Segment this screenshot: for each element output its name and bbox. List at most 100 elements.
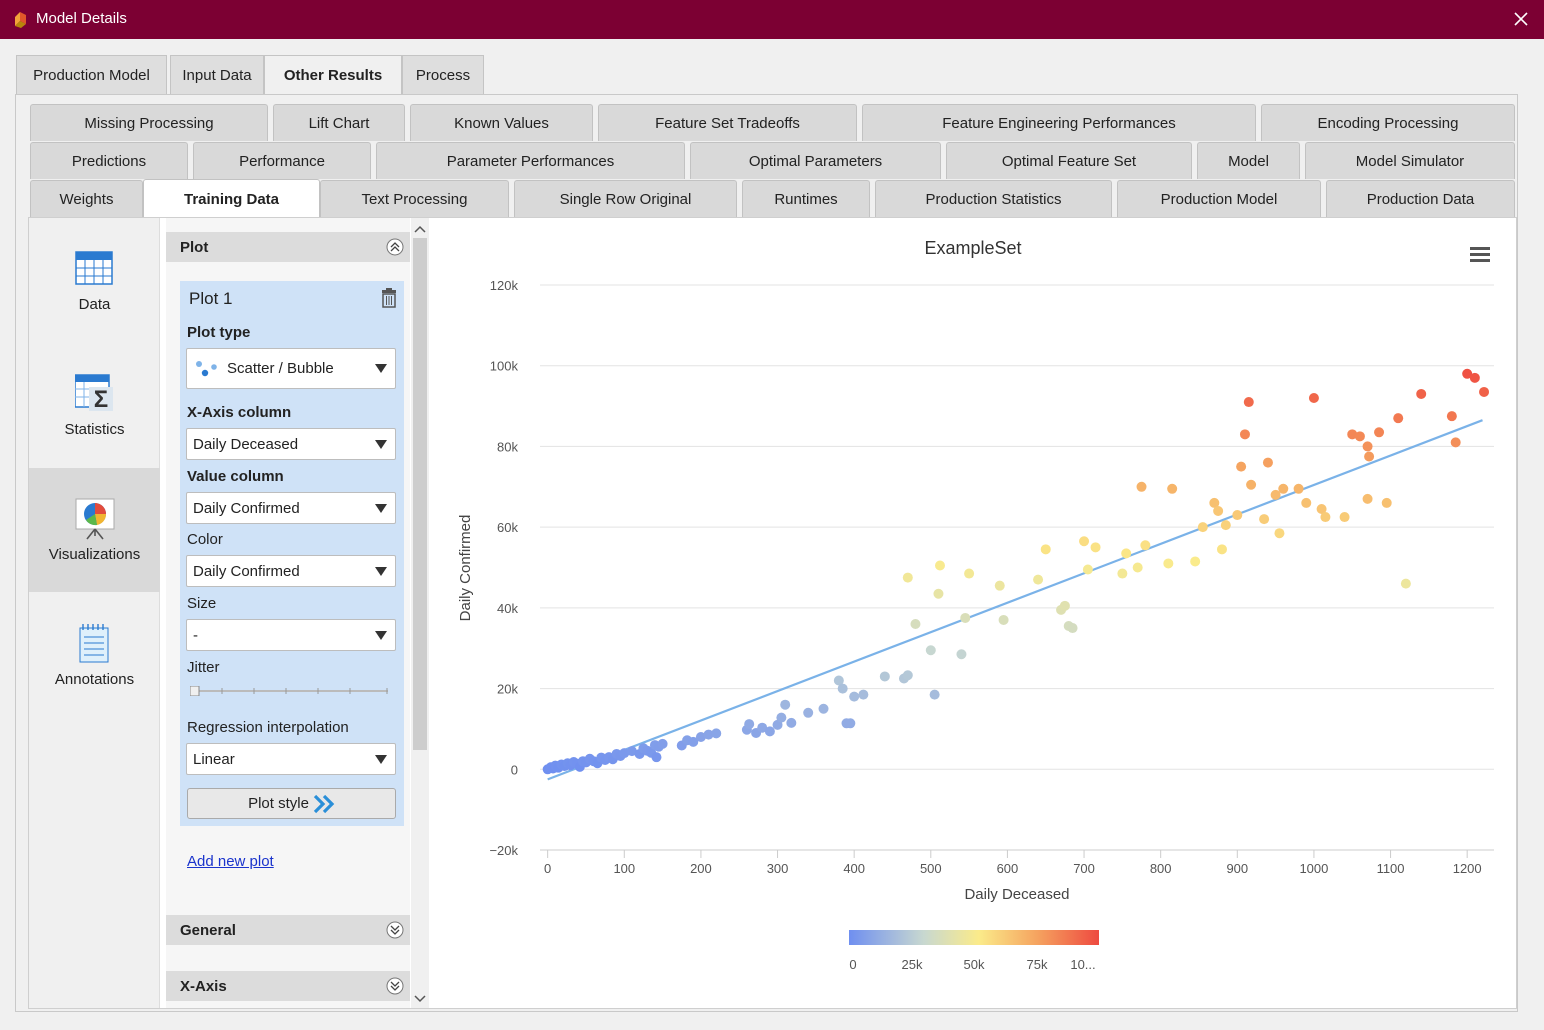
size-dropdown[interactable]: - xyxy=(186,619,396,651)
regression-interpolation-dropdown[interactable]: Linear xyxy=(186,743,396,775)
x-axis-section-header[interactable]: X-Axis xyxy=(166,971,410,1001)
tab-model-simulator[interactable]: Model Simulator xyxy=(1305,142,1515,179)
x-tick-label: 800 xyxy=(1150,861,1172,876)
expand-down-icon[interactable] xyxy=(386,977,404,995)
scatter-point xyxy=(998,614,1009,625)
jitter-slider[interactable] xyxy=(190,686,388,696)
chevron-down-icon xyxy=(375,440,387,449)
chevron-down-icon xyxy=(375,504,387,513)
x-tick-label: 300 xyxy=(767,861,789,876)
scatter-point xyxy=(1167,483,1178,494)
x-tick-label: 1200 xyxy=(1453,861,1482,876)
nav-annotations[interactable]: Annotations xyxy=(29,593,160,717)
tab-production-model[interactable]: Production Model xyxy=(16,55,167,94)
scatter-bubble-icon xyxy=(196,360,217,376)
value-column-label: Value column xyxy=(187,468,284,485)
tab-process[interactable]: Process xyxy=(402,55,484,94)
scatter-point xyxy=(1362,493,1373,504)
y-tick-label: 40k xyxy=(497,601,518,616)
tab-performance[interactable]: Performance xyxy=(193,142,371,179)
color-scale-label: 25k xyxy=(902,957,923,972)
scatter-point xyxy=(1354,431,1365,442)
y-tick-label: 0 xyxy=(511,762,518,777)
tab-single-row-original[interactable]: Single Row Original xyxy=(514,180,737,217)
tab-parameter-performances[interactable]: Parameter Performances xyxy=(376,142,685,179)
tab-missing-processing[interactable]: Missing Processing xyxy=(30,104,268,141)
scatter-point xyxy=(818,703,829,714)
tab-optimal-feature-set[interactable]: Optimal Feature Set xyxy=(946,142,1192,179)
color-scale-label: 0 xyxy=(849,957,856,972)
scatter-point xyxy=(776,712,787,723)
chevron-down-icon xyxy=(375,567,387,576)
tab-feature-engineering-performances[interactable]: Feature Engineering Performances xyxy=(862,104,1256,141)
nav-visualizations[interactable]: Visualizations xyxy=(29,468,160,592)
general-section-header[interactable]: General xyxy=(166,915,410,945)
nav-statistics[interactable]: Σ Statistics xyxy=(29,343,160,467)
x-tick-label: 600 xyxy=(997,861,1019,876)
scatter-point xyxy=(1190,556,1201,567)
x-tick-label: 400 xyxy=(843,861,865,876)
plot-style-button[interactable]: Plot style xyxy=(187,788,396,819)
add-new-plot-link[interactable]: Add new plot xyxy=(187,853,274,870)
sigma-table-icon: Σ xyxy=(75,374,113,413)
trash-icon[interactable] xyxy=(381,288,397,308)
scatter-point xyxy=(902,670,913,681)
tab-runtimes[interactable]: Runtimes xyxy=(742,180,870,217)
value-column-dropdown[interactable]: Daily Confirmed xyxy=(186,492,396,524)
scatter-point xyxy=(879,671,890,682)
tab-feature-set-tradeoffs[interactable]: Feature Set Tradeoffs xyxy=(598,104,857,141)
scatter-point xyxy=(1274,528,1285,539)
scatter-point xyxy=(1140,540,1151,551)
tab-encoding-processing[interactable]: Encoding Processing xyxy=(1261,104,1515,141)
scatter-point xyxy=(1246,479,1257,490)
chart-menu-icon[interactable] xyxy=(1470,247,1490,262)
regression-interpolation-label: Regression interpolation xyxy=(187,719,349,736)
scatter-point xyxy=(1393,413,1404,424)
scrollbar-thumb[interactable] xyxy=(413,238,427,750)
scatter-point xyxy=(657,738,668,749)
tab-production-data[interactable]: Production Data xyxy=(1326,180,1515,217)
y-tick-label: 20k xyxy=(497,682,518,697)
color-dropdown[interactable]: Daily Confirmed xyxy=(186,555,396,587)
window-title: Model Details xyxy=(36,10,127,27)
x-tick-label: 700 xyxy=(1073,861,1095,876)
plot-section-header[interactable]: Plot xyxy=(166,232,410,262)
tab-known-values[interactable]: Known Values xyxy=(410,104,593,141)
scroll-down-icon[interactable] xyxy=(411,990,429,1006)
tab-weights[interactable]: Weights xyxy=(30,180,143,217)
collapse-up-icon[interactable] xyxy=(386,238,404,256)
x-axis-column-label: X-Axis column xyxy=(187,404,292,421)
nav-data[interactable]: Data xyxy=(29,218,160,342)
y-tick-label: 60k xyxy=(497,520,518,535)
size-label: Size xyxy=(187,595,217,612)
tab-lift-chart[interactable]: Lift Chart xyxy=(273,104,405,141)
plot-1-config: Plot 1 Plot type Scatter / Bubble X-Axis… xyxy=(180,281,404,826)
x-axis-column-dropdown[interactable]: Daily Deceased xyxy=(186,428,396,460)
tab-optimal-parameters[interactable]: Optimal Parameters xyxy=(690,142,941,179)
scatter-point xyxy=(1121,548,1132,559)
tab-input-data[interactable]: Input Data xyxy=(170,55,264,94)
close-icon[interactable] xyxy=(1510,6,1532,32)
scatter-point xyxy=(1163,558,1174,569)
scatter-point xyxy=(902,572,913,583)
tab-production-model-sub[interactable]: Production Model xyxy=(1117,180,1321,217)
scroll-up-icon[interactable] xyxy=(411,222,429,238)
tab-other-results[interactable]: Other Results xyxy=(264,55,402,95)
color-scale-label: 50k xyxy=(964,957,985,972)
scatter-point xyxy=(910,619,921,629)
scatter-point xyxy=(849,691,860,702)
scatter-point xyxy=(956,649,967,660)
panel-scrollbar[interactable] xyxy=(411,218,429,1008)
tab-text-processing[interactable]: Text Processing xyxy=(320,180,509,217)
tab-training-data[interactable]: Training Data xyxy=(143,179,320,218)
tab-predictions[interactable]: Predictions xyxy=(30,142,188,179)
tab-model[interactable]: Model xyxy=(1197,142,1300,179)
scatter-point xyxy=(1469,372,1480,383)
expand-down-icon[interactable] xyxy=(386,921,404,939)
scatter-point xyxy=(1239,429,1250,440)
plot-type-dropdown[interactable]: Scatter / Bubble xyxy=(186,348,396,389)
scatter-point xyxy=(960,612,971,623)
scatter-point xyxy=(1416,388,1427,399)
scatter-point xyxy=(1040,544,1051,555)
tab-production-statistics[interactable]: Production Statistics xyxy=(875,180,1112,217)
